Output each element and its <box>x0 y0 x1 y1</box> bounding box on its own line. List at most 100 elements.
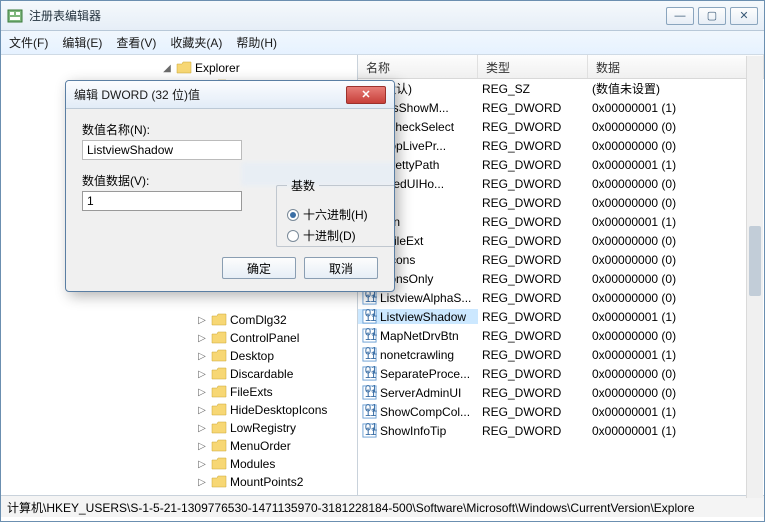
value-name-label: 数值名称(N): <box>82 121 378 138</box>
value-data: 0x00000001 (1) <box>588 215 764 229</box>
tree-item-label: ComDlg32 <box>230 313 287 327</box>
value-row[interactable]: 011110IconsOnlyREG_DWORD0x00000000 (0) <box>358 269 764 288</box>
value-row[interactable]: 011110eFileExtREG_DWORD0x00000000 (0) <box>358 231 764 250</box>
value-name-field[interactable]: ListviewShadow <box>82 140 242 160</box>
expand-icon[interactable]: ▷ <box>196 459 208 470</box>
radio-hex-row[interactable]: 十六进制(H) <box>287 206 395 223</box>
col-data[interactable]: 数据 <box>588 55 764 78</box>
radio-dec-row[interactable]: 十进制(D) <box>287 227 395 244</box>
value-row[interactable]: 011110ShowCompCol...REG_DWORD0x00000001 … <box>358 402 764 421</box>
value-row[interactable]: 011110tPrettyPathREG_DWORD0x00000001 (1) <box>358 155 764 174</box>
value-row[interactable]: 011110denREG_DWORD0x00000001 (1) <box>358 212 764 231</box>
value-list[interactable]: 名称 类型 数据 ab(默认)REG_SZ(数值未设置)011110aysSho… <box>358 55 764 495</box>
minimize-button[interactable]: — <box>666 7 694 25</box>
value-data: 0x00000000 (0) <box>588 329 764 343</box>
value-data: 0x00000000 (0) <box>588 272 764 286</box>
expand-icon[interactable]: ▷ <box>196 333 208 344</box>
value-row[interactable]: 011110ShowInfoTipREG_DWORD0x00000001 (1) <box>358 421 764 440</box>
value-row[interactable]: 011110ListviewShadowREG_DWORD0x00000001 … <box>358 307 764 326</box>
dialog-titlebar[interactable]: 编辑 DWORD (32 位)值 ✕ <box>66 81 394 109</box>
value-name: ListviewShadow <box>380 310 466 324</box>
value-type: REG_DWORD <box>478 348 588 362</box>
value-row[interactable]: 011110rREG_DWORD0x00000000 (0) <box>358 193 764 212</box>
tree-item[interactable]: ▷Discardable <box>1 365 357 383</box>
edit-dword-dialog: 编辑 DWORD (32 位)值 ✕ 数值名称(N): ListviewShad… <box>65 80 395 292</box>
tree-item[interactable]: ▷Modules <box>1 455 357 473</box>
value-data: 0x00000000 (0) <box>588 177 764 191</box>
tree-item[interactable]: ▷HideDesktopIcons <box>1 401 357 419</box>
value-type: REG_DWORD <box>478 139 588 153</box>
dialog-title: 编辑 DWORD (32 位)值 <box>74 86 346 103</box>
expand-icon[interactable]: ◢ <box>161 63 173 74</box>
value-row[interactable]: 011110MapNetDrvBtnREG_DWORD0x00000000 (0… <box>358 326 764 345</box>
regedit-icon <box>7 8 23 24</box>
value-row[interactable]: 011110SeparateProce...REG_DWORD0x0000000… <box>358 364 764 383</box>
tree-item[interactable] <box>1 293 357 311</box>
tree-item[interactable]: ▷ MountPoints2 <box>1 473 357 491</box>
tree-item[interactable]: ▷Desktop <box>1 347 357 365</box>
col-name[interactable]: 名称 <box>358 55 478 78</box>
expand-icon[interactable]: ▷ <box>196 441 208 452</box>
value-data: 0x00000000 (0) <box>588 367 764 381</box>
svg-text:110: 110 <box>365 331 377 343</box>
svg-text:110: 110 <box>365 350 377 362</box>
menubar[interactable]: 文件(F) 编辑(E) 查看(V) 收藏夹(A) 帮助(H) <box>1 31 764 55</box>
value-data: 0x00000000 (0) <box>588 386 764 400</box>
list-header[interactable]: 名称 类型 数据 <box>358 55 764 79</box>
value-data: 0x00000001 (1) <box>588 424 764 438</box>
menu-help[interactable]: 帮助(H) <box>236 34 277 51</box>
expand-icon[interactable]: ▷ <box>196 369 208 380</box>
tree-item[interactable]: ▷MenuOrder <box>1 437 357 455</box>
ok-button[interactable]: 确定 <box>222 257 296 279</box>
tree-item[interactable]: ▷ControlPanel <box>1 329 357 347</box>
value-type: REG_DWORD <box>478 234 588 248</box>
menu-edit[interactable]: 编辑(E) <box>62 34 102 51</box>
value-row[interactable]: 011110aysShowM...REG_DWORD0x00000001 (1) <box>358 98 764 117</box>
value-row[interactable]: 011110oCheckSelectREG_DWORD0x00000000 (0… <box>358 117 764 136</box>
value-type: REG_DWORD <box>478 386 588 400</box>
value-data-input[interactable] <box>82 191 242 211</box>
value-row[interactable]: 011110ServerAdminUIREG_DWORD0x00000000 (… <box>358 383 764 402</box>
menu-view[interactable]: 查看(V) <box>116 34 156 51</box>
expand-icon[interactable]: ▷ <box>196 351 208 362</box>
tree-item-label: MountPoints2 <box>230 475 303 489</box>
tree-item[interactable]: ▷FileExts <box>1 383 357 401</box>
value-row[interactable]: ab(默认)REG_SZ(数值未设置) <box>358 79 764 98</box>
expand-icon[interactable]: ▷ <box>196 477 208 488</box>
scrollbar-thumb[interactable] <box>749 226 761 296</box>
col-type[interactable]: 类型 <box>478 55 588 78</box>
radio-hex[interactable] <box>287 209 299 221</box>
cancel-button[interactable]: 取消 <box>304 257 378 279</box>
menu-favorites[interactable]: 收藏夹(A) <box>170 34 222 51</box>
menu-file[interactable]: 文件(F) <box>9 34 48 51</box>
svg-text:110: 110 <box>365 407 377 419</box>
expand-icon[interactable]: ▷ <box>196 387 208 398</box>
expand-icon[interactable]: ▷ <box>196 423 208 434</box>
value-name: ServerAdminUI <box>380 386 461 400</box>
expand-icon[interactable]: ▷ <box>196 315 208 326</box>
value-row[interactable]: 011110ListviewAlphaS...REG_DWORD0x000000… <box>358 288 764 307</box>
titlebar[interactable]: 注册表编辑器 — ▢ ✕ <box>1 1 764 31</box>
value-name: ShowInfoTip <box>380 424 446 438</box>
value-name: SeparateProce... <box>380 367 470 381</box>
tree-item[interactable]: ▷LowRegistry <box>1 419 357 437</box>
tree-item[interactable]: ▷ ComDlg32 <box>1 311 357 329</box>
value-type: REG_SZ <box>478 82 588 96</box>
statusbar: 计算机\HKEY_USERS\S-1-5-21-1309776530-14711… <box>1 495 764 517</box>
value-data: (数值未设置) <box>588 80 764 97</box>
value-row[interactable]: 011110ktopLivePr...REG_DWORD0x00000000 (… <box>358 136 764 155</box>
tree-root-label[interactable]: Explorer <box>195 61 240 75</box>
value-row[interactable]: 011110nonetcrawlingREG_DWORD0x00000001 (… <box>358 345 764 364</box>
dialog-close-button[interactable]: ✕ <box>346 86 386 104</box>
radio-hex-label: 十六进制(H) <box>303 206 368 223</box>
maximize-button[interactable]: ▢ <box>698 7 726 25</box>
value-type: REG_DWORD <box>478 120 588 134</box>
close-button[interactable]: ✕ <box>730 7 758 25</box>
radio-dec[interactable] <box>287 230 299 242</box>
value-row[interactable]: 011110eIconsREG_DWORD0x00000000 (0) <box>358 250 764 269</box>
value-name: ListviewAlphaS... <box>380 291 471 305</box>
vertical-scrollbar[interactable] <box>746 56 763 498</box>
value-row[interactable]: 011110ndedUIHo...REG_DWORD0x00000000 (0) <box>358 174 764 193</box>
svg-text:110: 110 <box>365 293 377 305</box>
expand-icon[interactable]: ▷ <box>196 405 208 416</box>
